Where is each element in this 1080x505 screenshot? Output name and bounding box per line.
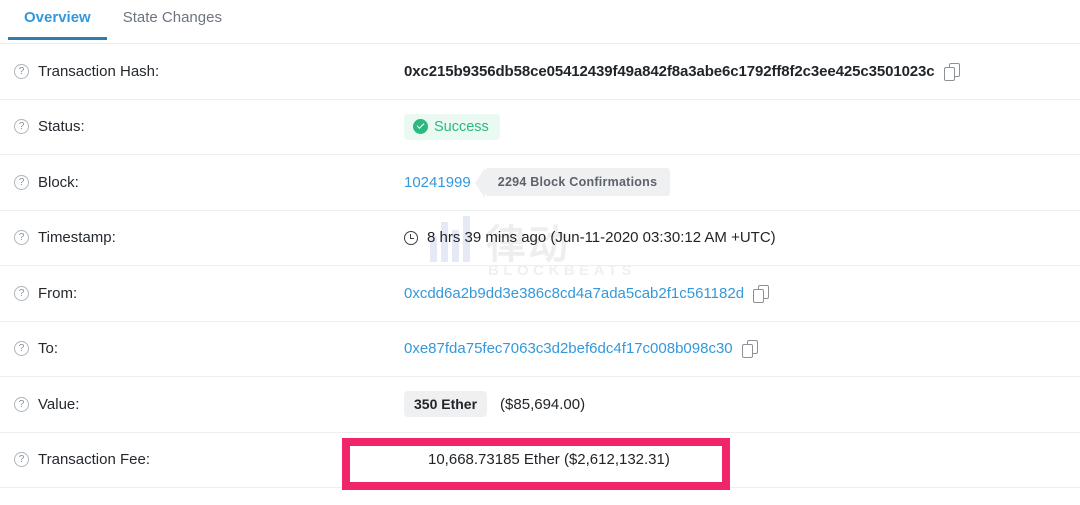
row-label: Value: xyxy=(38,395,80,413)
from-address-link[interactable]: 0xcdd6a2b9dd3e386c8cd4a7ada5cab2f1c56118… xyxy=(404,285,744,302)
row-transaction-fee: ? Transaction Fee: 10,668.73185 Ether ($… xyxy=(0,433,1080,490)
copy-icon[interactable] xyxy=(753,284,770,303)
label-cell-transaction-hash: ? Transaction Hash: xyxy=(14,63,404,80)
help-icon[interactable]: ? xyxy=(14,396,29,412)
value-cell-status: Success xyxy=(404,113,1066,140)
transaction-hash-value: 0xc215b9356db58ce05412439f49a842f8a3abe6… xyxy=(404,62,935,80)
row-to: ? To: 0xe87fda75fec7063c3d2bef6dc4f17c00… xyxy=(0,322,1080,377)
label-cell-transaction-fee: ? Transaction Fee: xyxy=(14,451,404,468)
tab-overview[interactable]: Overview xyxy=(8,0,107,40)
value-cell-to: 0xe87fda75fec7063c3d2bef6dc4f17c008b098c… xyxy=(404,340,1066,359)
to-address-link[interactable]: 0xe87fda75fec7063c3d2bef6dc4f17c008b098c… xyxy=(404,340,733,357)
value-cell-transaction-hash: 0xc215b9356db58ce05412439f49a842f8a3abe6… xyxy=(404,62,1066,81)
help-icon[interactable]: ? xyxy=(14,119,29,135)
clock-icon xyxy=(404,230,418,245)
block-wrapper: 10241999 2294 Block Confirmations xyxy=(404,168,671,199)
tab-bar: Overview State Changes xyxy=(0,0,1080,44)
status-text: Success xyxy=(434,118,489,135)
label-cell-status: ? Status: xyxy=(14,118,404,135)
label-cell-from: ? From: xyxy=(14,285,404,302)
help-icon[interactable]: ? xyxy=(14,63,29,79)
help-icon[interactable]: ? xyxy=(14,230,29,246)
value-cell-timestamp: 8 hrs 39 mins ago (Jun-11-2020 03:30:12 … xyxy=(404,229,1066,246)
row-label: Status: xyxy=(38,118,85,136)
row-label: Timestamp: xyxy=(38,229,116,247)
status-badge: Success xyxy=(404,113,500,140)
row-transaction-hash: ? Transaction Hash: 0xc215b9356db58ce054… xyxy=(0,44,1080,100)
timestamp-value: 8 hrs 39 mins ago (Jun-11-2020 03:30:12 … xyxy=(427,229,776,247)
tab-state-changes[interactable]: State Changes xyxy=(107,0,238,39)
label-cell-to: ? To: xyxy=(14,340,404,357)
block-number-link[interactable]: 10241999 xyxy=(404,174,485,191)
help-icon[interactable]: ? xyxy=(14,341,29,357)
row-label: Block: xyxy=(38,173,79,191)
row-value: ? Value: 350 Ether ($85,694.00) xyxy=(0,377,1080,433)
help-icon[interactable]: ? xyxy=(14,452,29,468)
value-cell-value: 350 Ether ($85,694.00) xyxy=(404,391,1066,418)
label-cell-block: ? Block: xyxy=(14,174,404,191)
help-icon[interactable]: ? xyxy=(14,174,29,190)
row-timestamp: ? Timestamp: 8 hrs 39 mins ago (Jun-11-2… xyxy=(0,211,1080,266)
check-circle-icon xyxy=(413,119,428,135)
copy-icon[interactable] xyxy=(943,62,960,81)
label-cell-timestamp: ? Timestamp: xyxy=(14,229,404,246)
ether-amount-badge: 350 Ether xyxy=(404,391,488,418)
row-block: ? Block: 10241999 2294 Block Confirmatio… xyxy=(0,155,1080,211)
label-cell-value: ? Value: xyxy=(14,396,404,413)
transaction-fee-value: 10,668.73185 Ether ($2,612,132.31) xyxy=(428,451,670,469)
value-cell-from: 0xcdd6a2b9dd3e386c8cd4a7ada5cab2f1c56118… xyxy=(404,284,1066,303)
row-label: Transaction Fee: xyxy=(38,451,150,469)
row-label: From: xyxy=(38,284,78,302)
row-label: Transaction Hash: xyxy=(38,62,160,80)
copy-icon[interactable] xyxy=(741,340,758,359)
value-cell-transaction-fee: 10,668.73185 Ether ($2,612,132.31) xyxy=(404,451,1066,468)
row-label: To: xyxy=(38,340,59,358)
row-from: ? From: 0xcdd6a2b9dd3e386c8cd4a7ada5cab2… xyxy=(0,266,1080,322)
block-confirmations-badge: 2294 Block Confirmations xyxy=(474,168,671,199)
row-status: ? Status: Success xyxy=(0,100,1080,155)
value-cell-block: 10241999 2294 Block Confirmations xyxy=(404,168,1066,199)
usd-amount: ($85,694.00) xyxy=(500,395,586,413)
details-rows: ? Transaction Hash: 0xc215b9356db58ce054… xyxy=(0,44,1080,490)
help-icon[interactable]: ? xyxy=(14,285,29,301)
transaction-details-page: 律动 BLOCKBEATS Overview State Changes ? T… xyxy=(0,0,1080,505)
